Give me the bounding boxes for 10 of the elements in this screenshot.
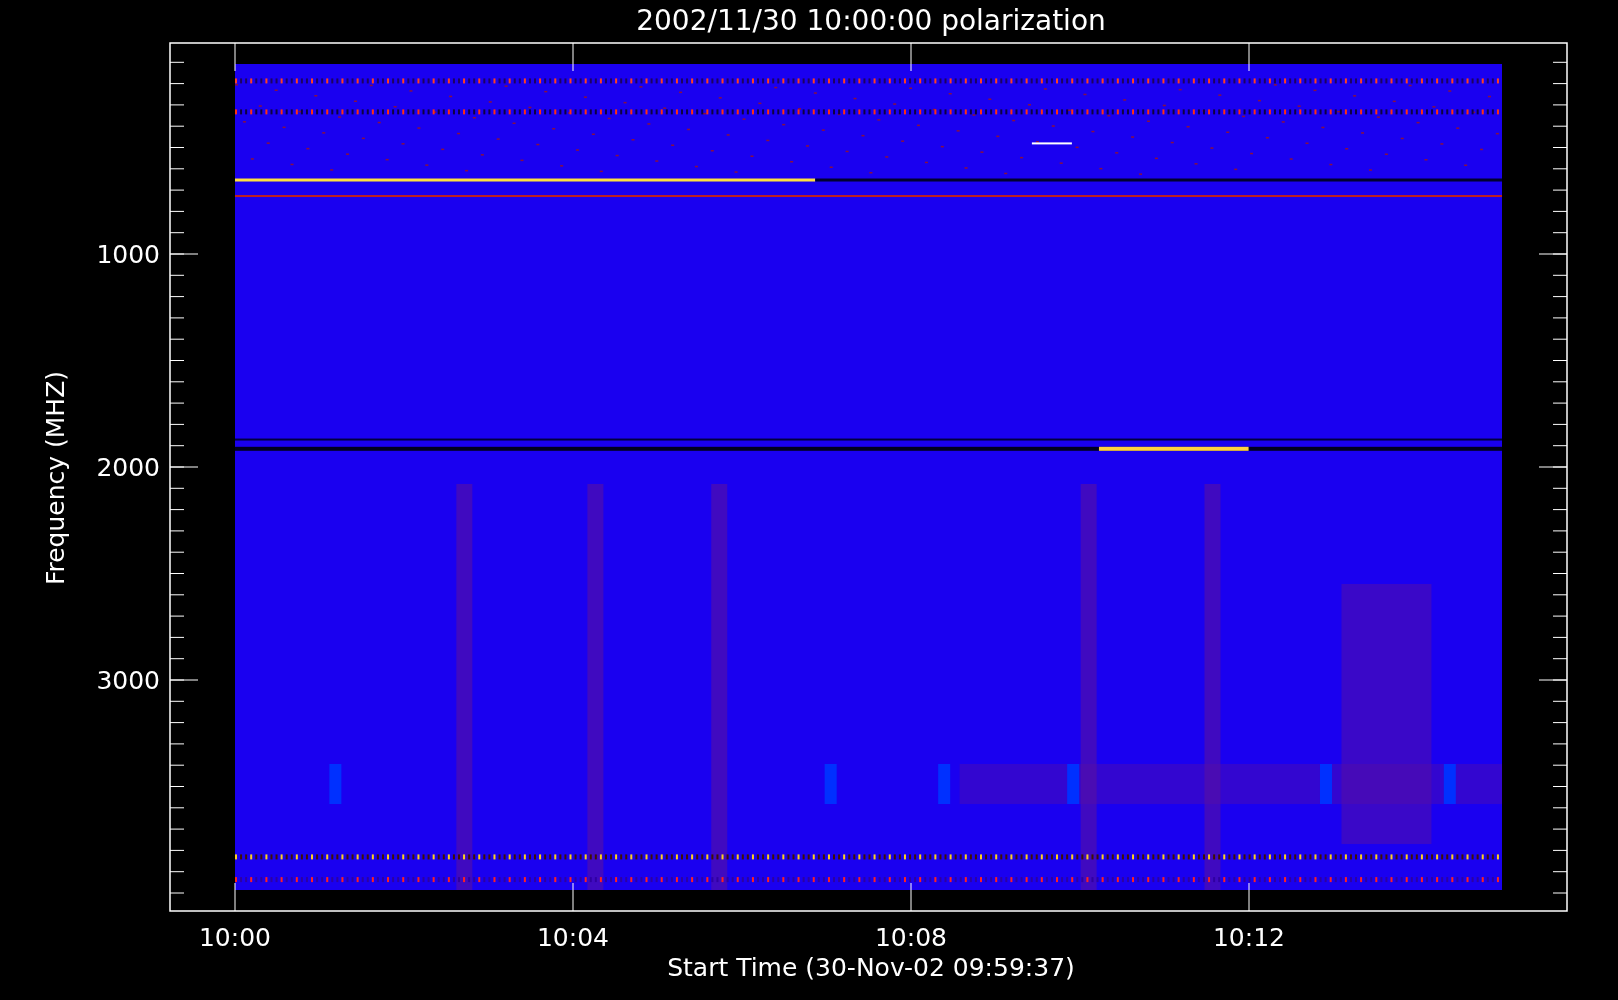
x-tick-label: 10:04 [537, 923, 609, 952]
y-tick-label: 2000 [96, 453, 160, 482]
x-tick-label: 10:08 [875, 923, 947, 952]
x-tick-label: 10:00 [199, 923, 271, 952]
y-tick-label: 1000 [96, 240, 160, 269]
x-axis-label: Start Time (30-Nov-02 09:59:37) [667, 953, 1075, 982]
y-axis-label: Frequency (MHZ) [41, 370, 70, 586]
chart-title: 2002/11/30 10:00:00 polarization [636, 4, 1106, 37]
y-tick-label: 3000 [96, 666, 160, 695]
x-tick-label: 10:12 [1213, 923, 1285, 952]
